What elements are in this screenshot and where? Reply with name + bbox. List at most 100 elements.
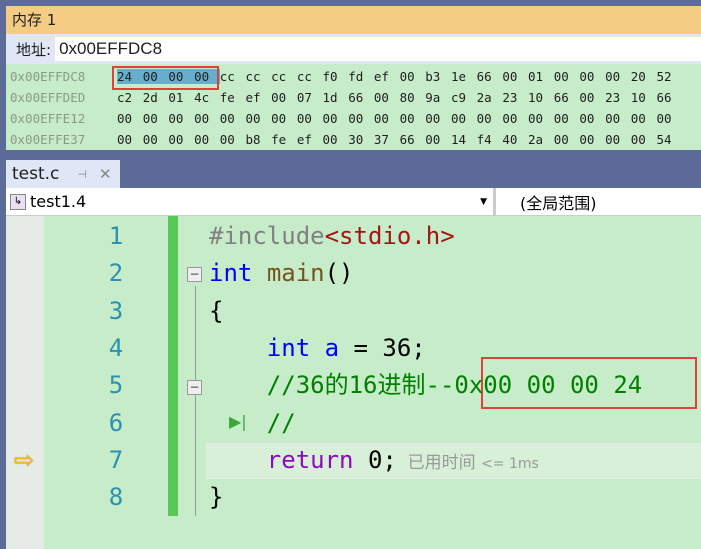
memory-byte[interactable]: 00 xyxy=(554,132,580,147)
memory-byte[interactable]: 00 xyxy=(117,132,143,147)
memory-byte[interactable]: 00 xyxy=(323,111,349,126)
memory-byte[interactable]: 1e xyxy=(451,69,477,84)
memory-byte[interactable]: b3 xyxy=(425,69,451,84)
memory-byte[interactable]: 00 xyxy=(554,69,580,84)
memory-byte[interactable]: cc xyxy=(220,69,246,84)
memory-byte[interactable]: 00 xyxy=(374,111,400,126)
scope-dropdown[interactable]: (全局范围) xyxy=(496,188,701,215)
memory-byte[interactable]: 00 xyxy=(220,132,246,147)
memory-grid[interactable]: 0x00EFFDC8 24 00 00 00 cc cc cc cc f0 fd ef 00 b3 1e 66… xyxy=(6,64,701,150)
memory-byte[interactable]: 00 xyxy=(631,132,657,147)
code-line: 8} xyxy=(6,479,701,516)
memory-byte[interactable]: 30 xyxy=(348,132,374,147)
memory-byte[interactable]: 1d xyxy=(323,90,349,105)
memory-byte[interactable]: 00 xyxy=(656,111,682,126)
memory-byte[interactable]: 00 xyxy=(271,111,297,126)
memory-byte[interactable]: fe xyxy=(271,132,297,147)
memory-byte[interactable]: 54 xyxy=(656,132,682,147)
memory-byte[interactable]: 00 xyxy=(554,111,580,126)
memory-byte[interactable]: ef xyxy=(245,90,271,105)
memory-byte[interactable]: 23 xyxy=(605,90,631,105)
memory-byte[interactable]: cc xyxy=(271,69,297,84)
tab-test-c[interactable]: test.c ⊣ ✕ xyxy=(6,160,120,188)
memory-byte[interactable]: 00 xyxy=(631,111,657,126)
memory-byte[interactable]: 66 xyxy=(477,69,503,84)
memory-byte[interactable]: 00 xyxy=(579,90,605,105)
code-line: 5 //36的16进制--0x00 00 00 24 xyxy=(6,367,701,404)
memory-byte[interactable]: b8 xyxy=(245,132,271,147)
memory-byte[interactable]: 66 xyxy=(348,90,374,105)
project-dropdown[interactable]: ↳ test1.4 ▼ xyxy=(6,188,496,215)
memory-byte[interactable]: 00 xyxy=(194,111,220,126)
memory-byte[interactable]: cc xyxy=(297,69,323,84)
memory-byte[interactable]: 00 xyxy=(323,132,349,147)
memory-byte[interactable]: 00 xyxy=(143,111,169,126)
address-row: 地址: 0x00EFFDC8 xyxy=(6,34,701,64)
memory-byte[interactable]: 00 xyxy=(297,111,323,126)
memory-byte[interactable]: 00 xyxy=(143,132,169,147)
close-icon[interactable]: ✕ xyxy=(99,165,112,183)
memory-byte[interactable]: 40 xyxy=(502,132,528,147)
memory-byte[interactable]: 37 xyxy=(374,132,400,147)
address-input[interactable]: 0x00EFFDC8 xyxy=(55,37,701,61)
memory-byte[interactable]: fe xyxy=(220,90,246,105)
memory-byte[interactable]: 07 xyxy=(297,90,323,105)
line-number: 6 xyxy=(108,408,124,437)
memory-byte[interactable]: 00 xyxy=(579,69,605,84)
memory-byte[interactable]: 00 xyxy=(245,111,271,126)
memory-byte[interactable]: 00 xyxy=(374,90,400,105)
memory-byte[interactable]: f0 xyxy=(323,69,349,84)
memory-byte[interactable]: 66 xyxy=(656,90,682,105)
memory-byte[interactable]: 66 xyxy=(400,132,426,147)
memory-byte[interactable]: 00 xyxy=(502,69,528,84)
code-editor[interactable]: − − ▶| ⇨ 1 #include<stdio.h> 2 int main() 3{… xyxy=(6,216,701,549)
memory-byte[interactable]: 00 xyxy=(425,111,451,126)
memory-byte[interactable]: cc xyxy=(245,69,271,84)
memory-byte[interactable]: ef xyxy=(374,69,400,84)
memory-byte[interactable]: 00 xyxy=(400,111,426,126)
memory-byte[interactable]: 00 xyxy=(579,132,605,147)
memory-byte[interactable]: 00 xyxy=(220,111,246,126)
memory-byte[interactable]: 00 xyxy=(477,111,503,126)
memory-byte[interactable]: 01 xyxy=(168,90,194,105)
address-label: 地址: xyxy=(16,40,52,59)
memory-byte[interactable]: 20 xyxy=(631,69,657,84)
memory-byte[interactable]: 00 xyxy=(425,132,451,147)
memory-byte[interactable]: 00 xyxy=(502,111,528,126)
memory-byte[interactable]: 80 xyxy=(400,90,426,105)
memory-byte[interactable]: 00 xyxy=(605,111,631,126)
elapsed-time-hint: 已用时间 <= 1ms xyxy=(397,453,539,473)
memory-byte[interactable]: 01 xyxy=(528,69,554,84)
memory-byte[interactable]: 2a xyxy=(528,132,554,147)
memory-byte[interactable]: 00 xyxy=(117,111,143,126)
memory-byte[interactable]: 00 xyxy=(451,111,477,126)
chevron-down-icon: ▼ xyxy=(480,196,487,207)
pin-icon[interactable]: ⊣ xyxy=(77,168,87,181)
memory-byte[interactable]: 00 xyxy=(605,132,631,147)
code-token: () xyxy=(324,259,354,288)
memory-byte[interactable]: f4 xyxy=(477,132,503,147)
memory-byte[interactable]: 00 xyxy=(605,69,631,84)
memory-byte[interactable]: c9 xyxy=(451,90,477,105)
memory-byte[interactable]: 00 xyxy=(168,111,194,126)
memory-byte[interactable]: 00 xyxy=(271,90,297,105)
memory-byte[interactable]: 10 xyxy=(528,90,554,105)
memory-byte[interactable]: 4c xyxy=(194,90,220,105)
memory-byte[interactable]: 23 xyxy=(502,90,528,105)
memory-byte[interactable]: fd xyxy=(348,69,374,84)
memory-byte[interactable]: 00 xyxy=(194,132,220,147)
memory-byte[interactable]: 00 xyxy=(348,111,374,126)
memory-byte[interactable]: ef xyxy=(297,132,323,147)
memory-byte[interactable]: 00 xyxy=(400,69,426,84)
memory-byte[interactable]: 14 xyxy=(451,132,477,147)
memory-byte[interactable]: 52 xyxy=(656,69,682,84)
memory-byte[interactable]: 66 xyxy=(554,90,580,105)
memory-byte[interactable]: 2d xyxy=(143,90,169,105)
memory-byte[interactable]: 00 xyxy=(579,111,605,126)
memory-byte[interactable]: 00 xyxy=(168,132,194,147)
memory-byte[interactable]: c2 xyxy=(117,90,143,105)
memory-byte[interactable]: 10 xyxy=(631,90,657,105)
memory-byte[interactable]: 9a xyxy=(425,90,451,105)
memory-byte[interactable]: 2a xyxy=(477,90,503,105)
memory-byte[interactable]: 00 xyxy=(528,111,554,126)
